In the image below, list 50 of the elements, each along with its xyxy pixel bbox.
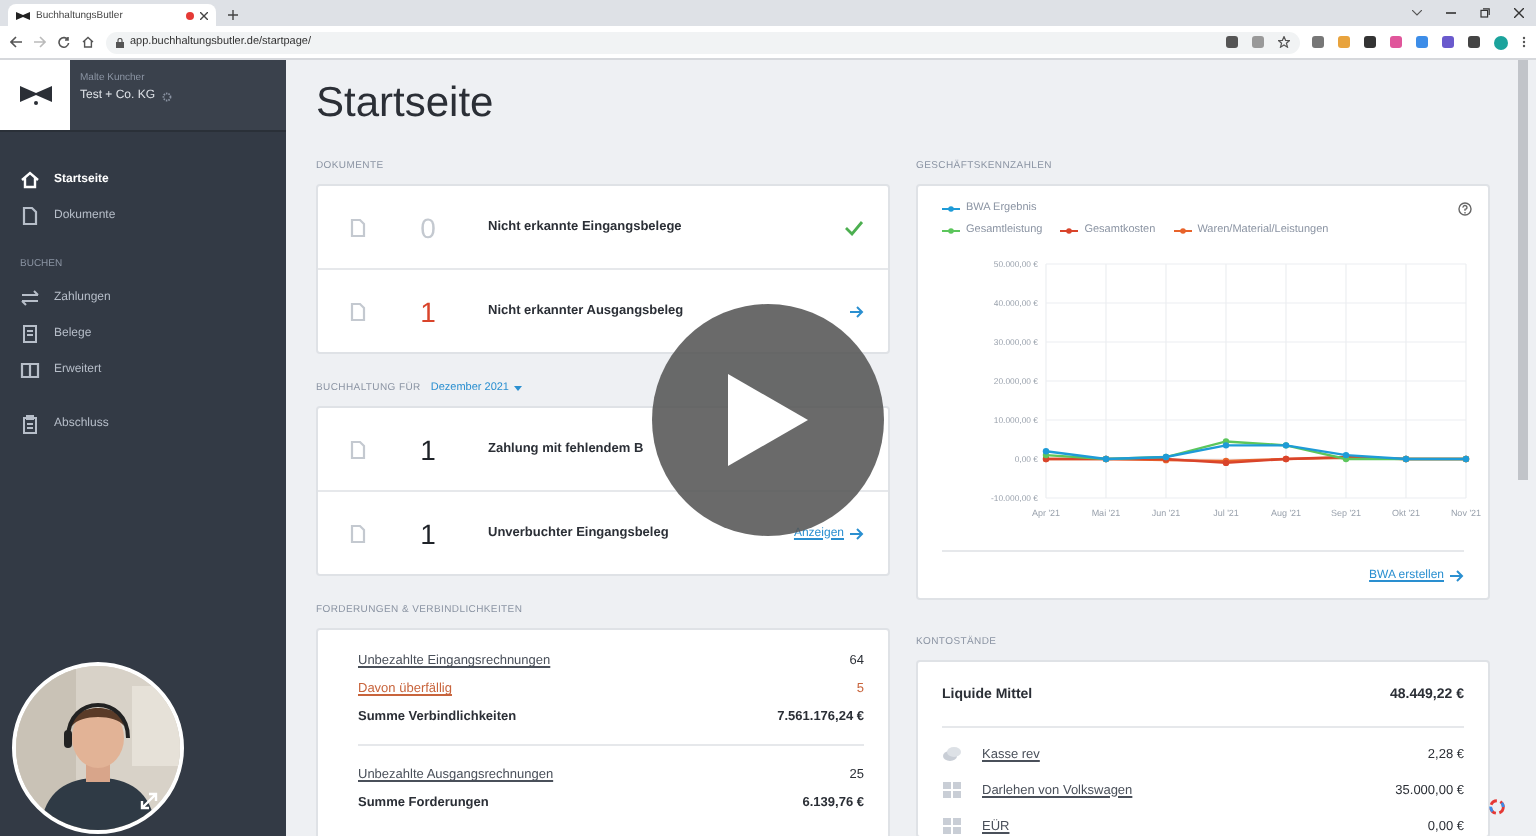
gear-icon[interactable] (161, 91, 172, 101)
logo-icon[interactable] (1488, 798, 1506, 816)
transfer-icon (20, 288, 40, 308)
book-icon (20, 360, 40, 380)
caret-icon (513, 385, 521, 391)
back-icon[interactable] (10, 36, 22, 48)
puzzle-icon[interactable] (1468, 36, 1480, 48)
legend-marker (1173, 227, 1192, 233)
expand-icon[interactable] (140, 792, 158, 810)
new-tab-icon[interactable] (228, 10, 238, 20)
arrow-icon (850, 527, 864, 539)
chevron-icon[interactable] (1412, 10, 1422, 16)
legend-marker (1060, 227, 1079, 233)
receipt-icon (20, 324, 40, 344)
legend-marker (942, 205, 960, 211)
home-icon[interactable] (82, 36, 94, 48)
extension-icon[interactable] (1442, 36, 1454, 48)
star-icon[interactable] (1278, 36, 1290, 48)
home-icon (20, 170, 40, 190)
play-icon (724, 370, 812, 470)
grid-icon (942, 780, 962, 800)
lock-icon (116, 37, 124, 47)
document-icon (20, 206, 40, 226)
close-icon[interactable] (1514, 8, 1524, 18)
reload-icon[interactable] (58, 36, 70, 48)
close-icon[interactable] (200, 11, 208, 19)
count: 0 (418, 211, 438, 243)
recording-icon (186, 11, 194, 19)
coins-icon (942, 744, 962, 764)
document-icon (348, 439, 368, 459)
document-icon (348, 301, 368, 321)
profile-avatar[interactable] (1494, 35, 1508, 49)
check-icon (844, 219, 864, 235)
clipboard-icon (20, 414, 40, 434)
count: 1 (418, 295, 438, 327)
count: 1 (418, 517, 438, 549)
arrow-icon (850, 305, 864, 317)
page-title: Startseite (316, 80, 496, 128)
bow-tie-icon (16, 11, 30, 19)
scrollbar[interactable] (1518, 60, 1528, 480)
count: 1 (418, 433, 438, 465)
grid-icon (942, 816, 962, 836)
help-icon[interactable] (1458, 202, 1472, 216)
document-icon (348, 523, 368, 543)
extension-icon[interactable] (1364, 36, 1376, 48)
restore-icon[interactable] (1480, 8, 1490, 18)
bow-tie-logo (19, 85, 51, 105)
arrow-icon (1450, 570, 1464, 582)
legend-marker (942, 227, 960, 233)
document-icon (348, 217, 368, 237)
